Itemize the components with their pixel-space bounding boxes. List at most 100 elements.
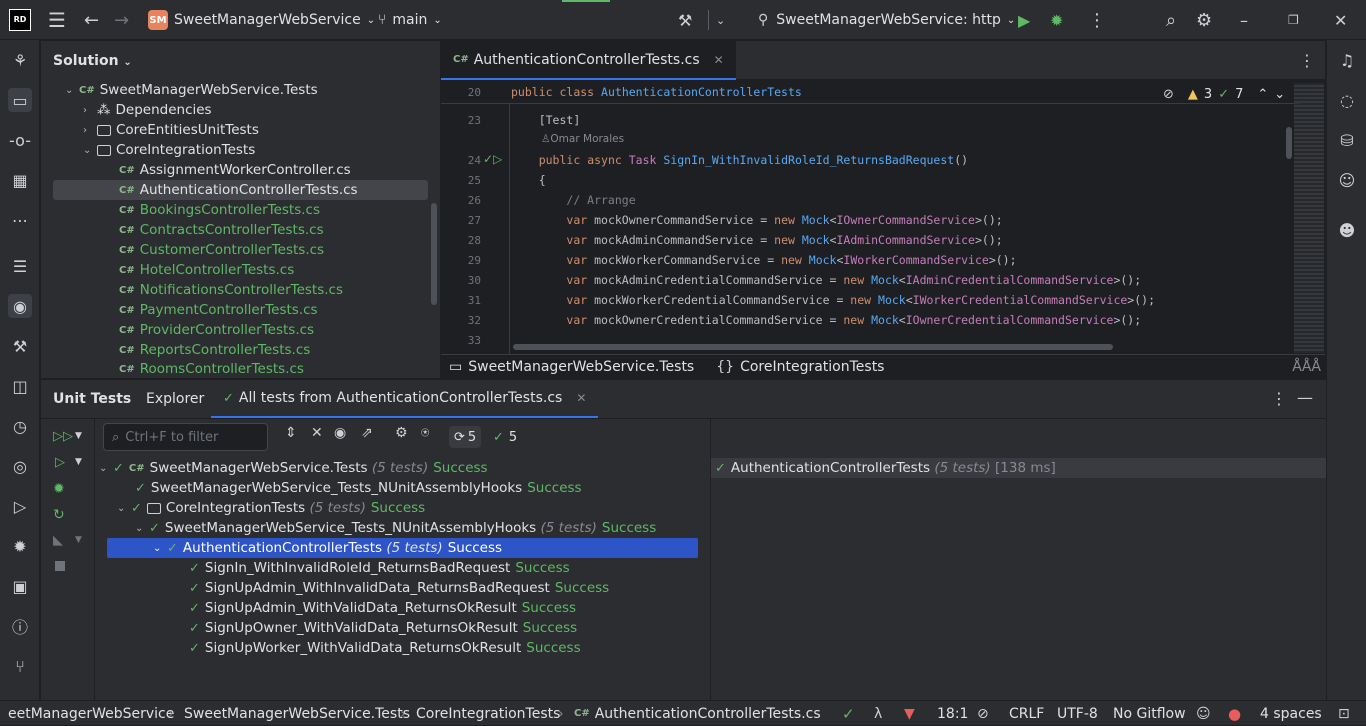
tab-explorer[interactable]: Explorer: [146, 380, 204, 418]
indent-setting[interactable]: 4 spaces: [1260, 701, 1322, 726]
stop-icon[interactable]: [55, 561, 65, 571]
folder-icon[interactable]: ▭: [8, 88, 32, 112]
run-config-selector[interactable]: ⚲ SweetManagerWebService: http ⌄: [758, 0, 1015, 40]
copilot-icon[interactable]: ☺: [1196, 701, 1211, 726]
close-icon[interactable]: ✕: [714, 53, 724, 67]
shield-icon[interactable]: ▼: [904, 701, 915, 726]
cover-icon[interactable]: ◣: [53, 533, 63, 548]
unit-tests-icon[interactable]: ◉: [8, 294, 32, 318]
rerun-icon[interactable]: ↻: [53, 507, 65, 523]
run-all-icon[interactable]: ▷▷: [53, 429, 73, 444]
total-tests-filter[interactable]: ⟳ 5: [449, 426, 482, 448]
scrollbar[interactable]: [431, 203, 437, 305]
build-options-icon[interactable]: ⌄: [716, 0, 725, 40]
build-icon[interactable]: ⚒: [678, 0, 692, 40]
back-icon[interactable]: ←: [84, 0, 99, 40]
more-icon[interactable]: ⋮: [1088, 0, 1106, 40]
line-separator[interactable]: CRLF: [1009, 701, 1044, 726]
run-tool-icon[interactable]: ▷: [8, 494, 32, 518]
export-icon[interactable]: ⇗: [361, 425, 373, 441]
chevron-down-icon[interactable]: ▼: [75, 535, 82, 545]
commit-icon[interactable]: -o-: [8, 128, 32, 152]
debug-icon[interactable]: ✹: [1050, 0, 1063, 40]
lambda-icon[interactable]: λ: [874, 701, 882, 726]
chevron-down-icon[interactable]: ▼: [75, 431, 82, 441]
test-tree-row[interactable]: ⌄ ✓ CoreIntegrationTests (5 tests) Success: [117, 498, 425, 518]
chevron-down-icon[interactable]: ▼: [75, 457, 82, 467]
tree-item-file[interactable]: C# RoomsControllerTests.cs: [119, 360, 304, 378]
test-tree-row[interactable]: ✓ SignUpAdmin_WithValidData_ReturnsOkResu…: [189, 598, 576, 618]
services-icon[interactable]: ◫: [8, 374, 32, 398]
project-selector[interactable]: SM SweetManagerWebService ⌄: [148, 0, 375, 40]
author-hint[interactable]: ♙Omar Morales: [541, 133, 624, 145]
debug-tool-icon[interactable]: ✹: [8, 534, 32, 558]
more-tools-icon[interactable]: ⋯: [8, 208, 32, 232]
plugins-icon[interactable]: ⚘: [8, 48, 32, 72]
profiler-icon[interactable]: ◷: [8, 414, 32, 438]
code-line[interactable]: 25 {: [441, 170, 1325, 190]
code-line[interactable]: 32 var mockOwnerCredentialCommandService…: [441, 310, 1325, 330]
database-icon[interactable]: ⛁: [1335, 128, 1359, 152]
minimize-icon[interactable]: –: [1240, 0, 1248, 40]
debug-icon[interactable]: ✹: [53, 481, 65, 497]
breadcrumb-item[interactable]: SweetManagerWebService.Tests: [468, 359, 694, 375]
status-breadcrumb-item[interactable]: CoreIntegrationTests: [416, 701, 560, 726]
todo-icon[interactable]: ☰: [8, 254, 32, 278]
tree-item-file[interactable]: C# NotificationsControllerTests.cs: [119, 280, 343, 300]
code-line[interactable]: 29 var mockWorkerCommandService = new Mo…: [441, 250, 1325, 270]
test-tree-row-selected[interactable]: ⌄ ✓ AuthenticationControllerTests (5 tests…: [107, 538, 698, 558]
test-tree-row[interactable]: ✓ SweetManagerWebService_Tests_NUnitAssem…: [135, 478, 582, 498]
expand-all-icon[interactable]: ⇕: [285, 425, 297, 441]
readonly-icon[interactable]: ⊘: [977, 701, 989, 726]
code-line[interactable]: 27 var mockOwnerCommandService = new Moc…: [441, 210, 1325, 230]
settings-icon[interactable]: ⚙: [395, 425, 408, 441]
more-icon[interactable]: ⋮: [1299, 51, 1315, 70]
copilot-icon[interactable]: ☺: [1335, 168, 1359, 192]
run-icon[interactable]: ▷: [55, 455, 65, 470]
tab-all-tests[interactable]: ✓ All tests from AuthenticationControlle…: [211, 380, 599, 418]
filter-status-icon[interactable]: ⍟: [421, 425, 429, 441]
maximize-icon[interactable]: ❐: [1288, 0, 1299, 40]
main-menu-icon[interactable]: ☰: [48, 0, 66, 40]
test-tree-row[interactable]: ⌄ ✓ SweetManagerWebService_Tests_NUnitAsse…: [135, 518, 656, 538]
filter-input[interactable]: ⌕ Ctrl+F to filter: [103, 423, 268, 451]
tree-item-file[interactable]: C# BookingsControllerTests.cs: [119, 200, 320, 220]
tree-item-file[interactable]: C# CustomerControllerTests.cs: [119, 240, 324, 260]
tree-item-file[interactable]: C# ReportsControllerTests.cs: [119, 340, 310, 360]
tree-item-file[interactable]: C# ContractsControllerTests.cs: [119, 220, 324, 240]
breadcrumb-item[interactable]: CoreIntegrationTests: [740, 359, 884, 375]
error-icon[interactable]: ●: [1228, 701, 1241, 726]
collapse-all-icon[interactable]: ✕: [311, 425, 323, 441]
tree-item-file[interactable]: C# HotelControllerTests.cs: [119, 260, 294, 280]
lock-icon[interactable]: ⊡: [1338, 701, 1350, 726]
gear-icon[interactable]: ⚙: [1196, 0, 1212, 40]
app-logo[interactable]: RD: [9, 0, 31, 40]
passed-tests-filter[interactable]: ✓ 5: [493, 426, 517, 448]
branch-selector[interactable]: ⑂ main ⌄: [378, 0, 442, 40]
run-test-gutter-icon[interactable]: ✓▷: [483, 152, 502, 166]
search-icon[interactable]: ⌕: [1166, 0, 1176, 40]
code-line[interactable]: 26 // Arrange: [441, 190, 1325, 210]
test-tree-row[interactable]: ⌄ ✓ C# SweetManagerWebService.Tests (5 test…: [99, 458, 488, 478]
tab-unit-tests[interactable]: Unit Tests: [53, 380, 131, 418]
tree-item-folder[interactable]: ⌄ CoreIntegrationTests: [83, 140, 255, 160]
test-result-header[interactable]: ✓ AuthenticationControllerTests (5 tests…: [711, 458, 1326, 478]
tree-item-file[interactable]: C# ProviderControllerTests.cs: [119, 320, 314, 340]
status-breadcrumb-item[interactable]: C# AuthenticationControllerTests.cs: [574, 701, 821, 726]
git-icon[interactable]: ⑂: [8, 654, 32, 678]
more-icon[interactable]: ⋮: [1271, 389, 1287, 408]
code-line[interactable]: 31 var mockWorkerCredentialCommandServic…: [441, 290, 1325, 310]
test-tree-row[interactable]: ✓ SignUpWorker_WithValidData_ReturnsOkRes…: [189, 638, 581, 658]
code-line[interactable]: 24 public async Task SignIn_WithInvalidR…: [441, 150, 1325, 170]
cursor-position[interactable]: 18:1: [937, 701, 968, 726]
minimap[interactable]: [1294, 83, 1324, 353]
build-tool-icon[interactable]: ⚒: [8, 334, 32, 358]
tree-item-dependencies[interactable]: › ⁂ Dependencies: [83, 100, 212, 120]
forward-icon[interactable]: →: [114, 0, 129, 40]
close-icon[interactable]: ✕: [1334, 0, 1347, 40]
file-encoding[interactable]: UTF-8: [1057, 701, 1098, 726]
tree-item-folder[interactable]: › CoreEntitiesUnitTests: [83, 120, 259, 140]
ai-assistant-icon[interactable]: ◌: [1335, 88, 1359, 112]
gitflow-status[interactable]: No Gitflow: [1113, 701, 1186, 726]
copilot-chat-icon[interactable]: ☻: [1335, 218, 1359, 242]
